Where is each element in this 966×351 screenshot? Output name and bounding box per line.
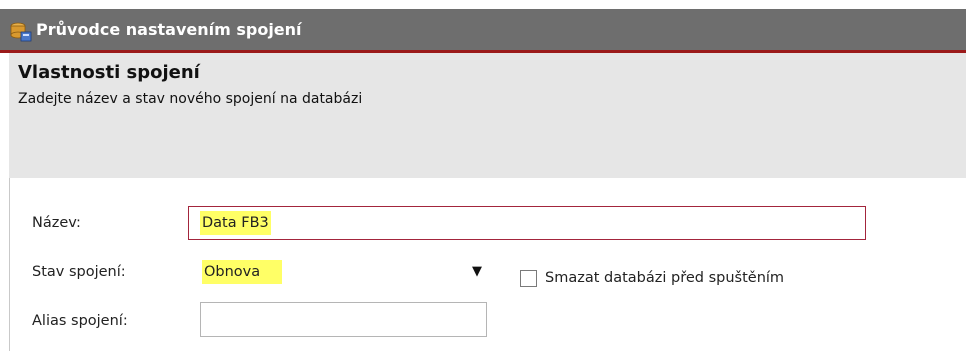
delete-db-label[interactable]: Smazat databázi před spuštěním [545,270,784,286]
name-label: Název: [32,215,81,231]
section-title: Vlastnosti spojení [18,62,200,83]
alias-input[interactable] [200,302,487,337]
name-input[interactable]: Data FB3 [188,206,866,240]
wizard-database-icon [10,22,32,42]
alias-label: Alias spojení: [32,313,128,329]
window-title: Průvodce nastavením spojení [36,20,302,39]
title-bar: Průvodce nastavením spojení [0,9,966,53]
state-label: Stav spojení: [32,264,126,280]
state-select-value: Obnova [202,260,283,284]
top-strip [0,0,966,9]
state-select[interactable]: Obnova [188,257,498,289]
section-subtitle: Zadejte název a stav nového spojení na d… [18,91,363,107]
delete-db-checkbox[interactable] [520,270,537,287]
name-input-value: Data FB3 [200,211,271,235]
dropdown-arrow-icon[interactable]: ▼ [468,264,486,280]
left-divider [9,178,10,351]
